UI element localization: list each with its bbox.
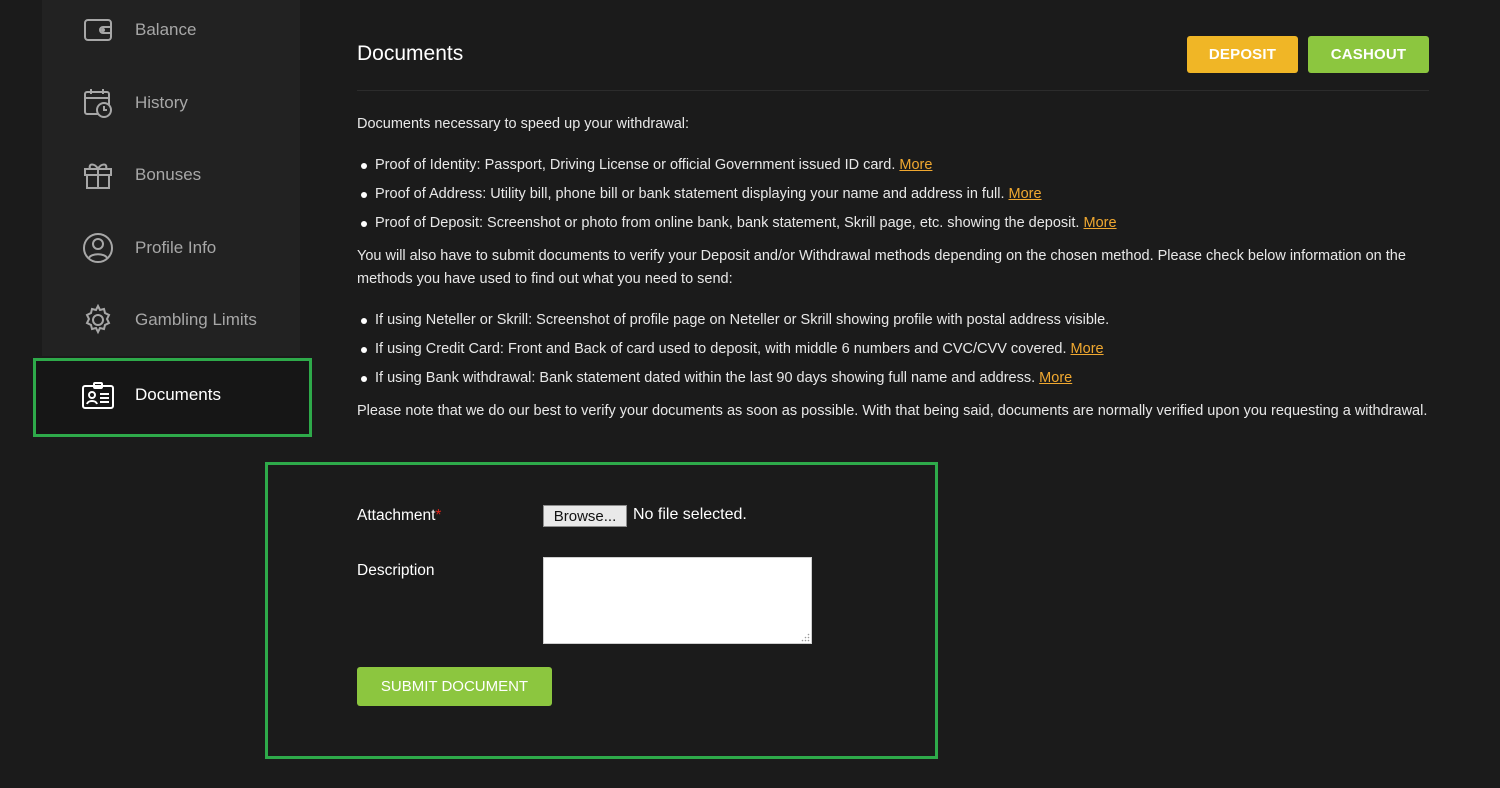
list-item: If using Neteller or Skrill: Screenshot … [357, 306, 1432, 335]
deposit-button[interactable]: DEPOSIT [1187, 36, 1298, 73]
gear-icon [82, 304, 114, 336]
user-circle-icon [82, 232, 114, 264]
calendar-clock-icon [82, 87, 114, 119]
methods-intro-text: You will also have to submit documents t… [357, 248, 1406, 287]
sidebar-item-history[interactable]: History [42, 75, 300, 131]
more-link[interactable]: More [1009, 186, 1042, 202]
cashout-button[interactable]: CASHOUT [1308, 36, 1429, 73]
list-item-text: Proof of Deposit: Screenshot or photo fr… [375, 215, 1080, 231]
intro-text: Documents necessary to speed up your wit… [357, 116, 690, 132]
more-link[interactable]: More [899, 157, 932, 173]
list-item-text: Proof of Address: Utility bill, phone bi… [375, 186, 1005, 202]
sidebar-item-label: Documents [135, 385, 221, 404]
description-label: Description [357, 562, 435, 579]
header-divider [357, 90, 1429, 91]
note-text: Please note that we do our best to verif… [357, 403, 1428, 419]
method-docs-list: If using Neteller or Skrill: Screenshot … [357, 306, 1432, 393]
sidebar-item-label: Gambling Limits [135, 310, 257, 329]
sidebar-item-gambling-limits[interactable]: Gambling Limits [42, 292, 300, 348]
list-item-text: If using Credit Card: Front and Back of … [375, 341, 1067, 357]
sidebar-item-profile-info[interactable]: Profile Info [42, 220, 300, 276]
list-item: Proof of Identity: Passport, Driving Lic… [357, 151, 1432, 180]
list-item: Proof of Deposit: Screenshot or photo fr… [357, 209, 1432, 238]
description-field[interactable] [543, 557, 812, 644]
sidebar: Balance History Bonuses Profile Info Gam… [42, 0, 300, 356]
more-link[interactable]: More [1084, 215, 1117, 231]
sidebar-item-bonuses[interactable]: Bonuses [42, 147, 300, 203]
id-card-icon [82, 381, 114, 413]
resize-grip-icon[interactable] [801, 633, 810, 642]
wallet-icon [82, 14, 114, 46]
list-item: If using Bank withdrawal: Bank statement… [357, 364, 1432, 393]
list-item-text: If using Neteller or Skrill: Screenshot … [375, 312, 1110, 328]
sidebar-item-documents[interactable]: Documents [33, 358, 312, 437]
required-mark: * [435, 507, 442, 524]
documents-info: Documents necessary to speed up your wit… [357, 113, 1432, 423]
required-docs-list: Proof of Identity: Passport, Driving Lic… [357, 151, 1432, 238]
more-link[interactable]: More [1071, 341, 1104, 357]
list-item-text: If using Bank withdrawal: Bank statement… [375, 370, 1036, 386]
list-item-text: Proof of Identity: Passport, Driving Lic… [375, 157, 896, 173]
attachment-label-text: Attachment [357, 507, 436, 524]
submit-document-button[interactable]: SUBMIT DOCUMENT [357, 667, 552, 706]
sidebar-item-label: Profile Info [135, 238, 217, 257]
sidebar-item-label: Bonuses [135, 165, 202, 184]
list-item: If using Credit Card: Front and Back of … [357, 335, 1432, 364]
no-file-text: No file selected. [633, 506, 747, 523]
sidebar-item-label: History [135, 93, 188, 112]
page-title: Documents [357, 42, 464, 65]
attachment-label: Attachment* [357, 507, 441, 525]
browse-button[interactable]: Browse... [543, 505, 627, 527]
sidebar-item-balance[interactable]: Balance [42, 2, 300, 58]
list-item: Proof of Address: Utility bill, phone bi… [357, 180, 1432, 209]
sidebar-item-label: Balance [135, 20, 197, 39]
gift-icon [82, 159, 114, 191]
more-link[interactable]: More [1039, 370, 1072, 386]
